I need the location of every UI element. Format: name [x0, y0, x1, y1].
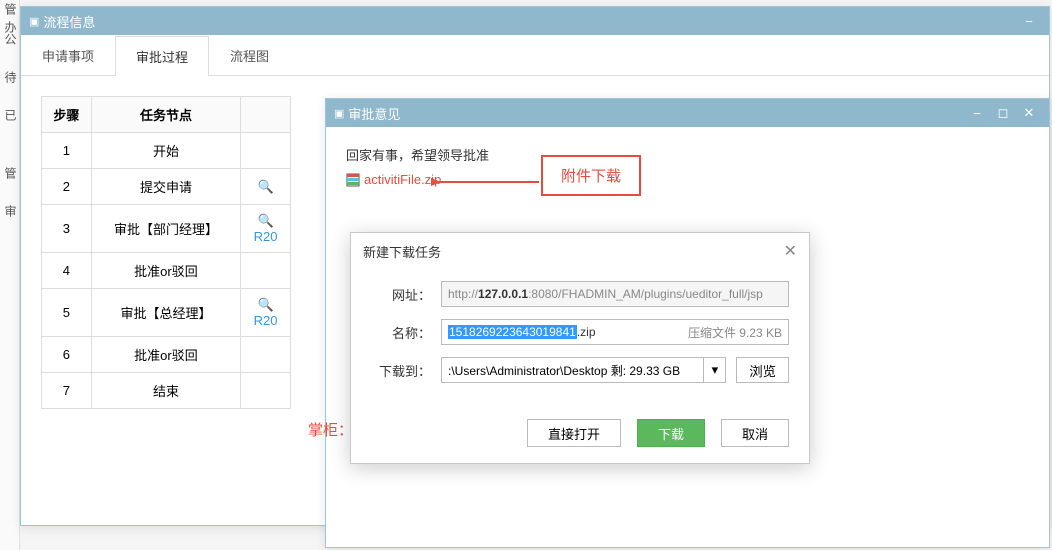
window-title: 流程信息	[43, 12, 1017, 31]
col-action	[241, 97, 291, 133]
cell-detail[interactable]: 🔍	[241, 169, 291, 205]
close-button[interactable]: ✕	[1017, 104, 1041, 122]
table-row: 6批准or驳回	[42, 337, 291, 373]
process-table: 步骤 任务节点 1开始2提交申请🔍3审批【部门经理】🔍 R204批准or驳回5审…	[41, 96, 291, 409]
table-row: 5审批【总经理】🔍 R20	[42, 289, 291, 337]
annotation-arrow	[431, 172, 541, 192]
url-input[interactable]: http://127.0.0.1:8080/FHADMIN_AM/plugins…	[441, 281, 789, 307]
dialog-footer: 直接打开 下载 取消	[351, 407, 809, 463]
cell-step: 2	[42, 169, 92, 205]
approval-message: 回家有事，希望领导批准	[346, 145, 1029, 164]
table-row: 1开始	[42, 133, 291, 169]
chevron-down-icon: ▾	[712, 362, 719, 378]
name-row: 名称： 1518269223643019841.zip 压缩文件 9.23 KB	[371, 319, 789, 345]
url-label: 网址：	[371, 285, 431, 304]
cell-node: 审批【部门经理】	[91, 205, 240, 253]
cell-node: 结束	[91, 373, 240, 409]
cell-node: 提交申请	[91, 169, 240, 205]
tab-approval-process[interactable]: 审批过程	[115, 36, 209, 76]
cell-node: 审批【总经理】	[91, 289, 240, 337]
browse-button[interactable]: 浏览	[736, 357, 789, 383]
url-row: 网址： http://127.0.0.1:8080/FHADMIN_AM/plu…	[371, 281, 789, 307]
cell-node: 开始	[91, 133, 240, 169]
window-title: 审批意见	[348, 104, 965, 123]
titlebar[interactable]: ▣ 流程信息 −	[21, 7, 1049, 35]
open-directly-button[interactable]: 直接打开	[527, 419, 621, 447]
cell-step: 3	[42, 205, 92, 253]
tab-application[interactable]: 申请事项	[21, 35, 115, 75]
dialog-titlebar[interactable]: 新建下载任务 ✕	[351, 233, 809, 269]
cell-node: 批准or驳回	[91, 253, 240, 289]
background-sidebar: 管 办公 待 已 管 审	[0, 0, 20, 550]
cell-detail	[241, 253, 291, 289]
window-icon: ▣	[334, 107, 344, 120]
window-icon: ▣	[29, 15, 39, 28]
cell-step: 5	[42, 289, 92, 337]
dest-row: 下载到： :\Users\Administrator\Desktop 剩: 29…	[371, 357, 789, 383]
table-row: 4批准or驳回	[42, 253, 291, 289]
dest-dropdown[interactable]: ▾	[704, 357, 726, 383]
tabs: 申请事项 审批过程 流程图	[21, 35, 1049, 76]
annotation-box: 附件下载	[541, 155, 641, 196]
download-dialog: 新建下载任务 ✕ 网址： http://127.0.0.1:8080/FHADM…	[350, 232, 810, 464]
minimize-button[interactable]: −	[1017, 12, 1041, 30]
name-input[interactable]: 1518269223643019841.zip 压缩文件 9.23 KB	[441, 319, 789, 345]
attachment-link[interactable]: activitiFile.zip	[364, 172, 441, 187]
col-node: 任务节点	[91, 97, 240, 133]
cell-step: 7	[42, 373, 92, 409]
cell-step: 4	[42, 253, 92, 289]
tab-flowchart[interactable]: 流程图	[209, 35, 290, 75]
table-row: 7结束	[42, 373, 291, 409]
cell-detail[interactable]: 🔍 R20	[241, 289, 291, 337]
cell-detail	[241, 133, 291, 169]
dest-label: 下载到：	[371, 361, 431, 380]
cell-step: 6	[42, 337, 92, 373]
download-button[interactable]: 下载	[637, 419, 705, 447]
cell-detail	[241, 337, 291, 373]
dialog-title: 新建下载任务	[363, 242, 441, 261]
cancel-button[interactable]: 取消	[721, 419, 789, 447]
window-body: 回家有事，希望领导批准 activitiFile.zip 附件下载 掌柜：青苔9…	[326, 127, 1049, 205]
cell-step: 1	[42, 133, 92, 169]
cell-node: 批准or驳回	[91, 337, 240, 373]
cell-detail[interactable]: 🔍 R20	[241, 205, 291, 253]
col-step: 步骤	[42, 97, 92, 133]
name-label: 名称：	[371, 323, 431, 342]
table-row: 2提交申请🔍	[42, 169, 291, 205]
minimize-button[interactable]: −	[965, 104, 989, 122]
table-row: 3审批【部门经理】🔍 R20	[42, 205, 291, 253]
close-icon[interactable]: ✕	[784, 241, 797, 261]
file-info: 压缩文件 9.23 KB	[688, 324, 782, 341]
cell-detail	[241, 373, 291, 409]
titlebar[interactable]: ▣ 审批意见 − ◻ ✕	[326, 99, 1049, 127]
maximize-button[interactable]: ◻	[991, 104, 1015, 122]
zip-icon	[346, 173, 360, 187]
dest-input[interactable]: :\Users\Administrator\Desktop 剩: 29.33 G…	[441, 357, 704, 383]
